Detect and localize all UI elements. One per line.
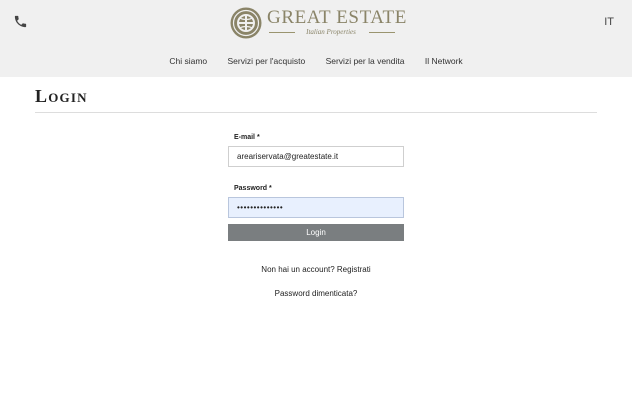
title-divider <box>35 112 597 113</box>
page-title: Login <box>35 86 88 106</box>
email-field[interactable] <box>228 146 404 167</box>
email-label: E-mail * <box>234 134 260 141</box>
logo-rule-right <box>369 32 395 33</box>
password-field[interactable] <box>228 197 404 218</box>
site-header: GREAT ESTATE Italian Properties IT Chi s… <box>0 0 632 77</box>
language-switcher[interactable]: IT <box>604 16 614 28</box>
login-button[interactable]: Login <box>228 224 404 241</box>
register-link[interactable]: Non hai un account? Registrati <box>0 265 632 274</box>
nav-item-il-network[interactable]: Il Network <box>425 56 463 66</box>
logo-title: GREAT ESTATE <box>267 7 407 28</box>
nav-item-servizi-vendita[interactable]: Servizi per la vendita <box>326 56 405 66</box>
site-logo[interactable]: GREAT ESTATE Italian Properties <box>229 4 406 42</box>
nav-item-chi-siamo[interactable]: Chi siamo <box>169 56 207 66</box>
forgot-password-link[interactable]: Password dimenticata? <box>0 289 632 298</box>
globe-seal-icon <box>230 7 262 39</box>
phone-icon[interactable] <box>13 14 28 29</box>
nav-item-servizi-acquisto[interactable]: Servizi per l'acquisto <box>228 56 306 66</box>
main-nav: Chi siamo Servizi per l'acquisto Servizi… <box>0 56 632 66</box>
password-label: Password * <box>234 185 272 192</box>
